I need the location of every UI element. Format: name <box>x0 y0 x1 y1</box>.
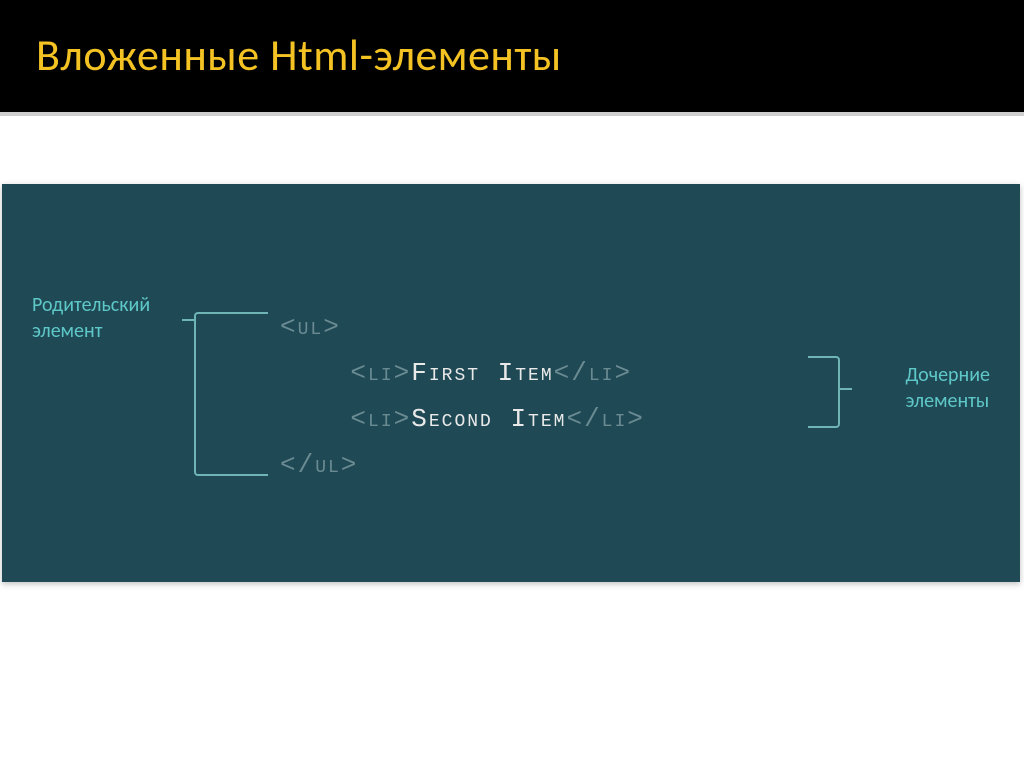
li-close-tag-1: </li> <box>554 358 632 388</box>
parent-label-line2: элемент <box>32 319 102 343</box>
children-label: Дочерние элементы <box>905 362 990 414</box>
parent-label: Родительский элемент <box>32 292 150 344</box>
ul-close-tag: </ul> <box>280 450 358 480</box>
slide: Вложенные Html-элементы Родительский эле… <box>0 0 1024 768</box>
parent-label-line1: Родительский <box>32 293 150 317</box>
slide-title: Вложенные Html-элементы <box>36 28 988 82</box>
li-close-tag-2: </li> <box>566 404 644 434</box>
children-label-line2: элементы <box>905 389 989 413</box>
li-open-tag-1: <li> <box>350 358 411 388</box>
item1-text: First Item <box>411 358 553 388</box>
item2-text: Second Item <box>411 404 566 434</box>
code-panel: Родительский элемент <ul> <li>First Item… <box>2 184 1020 582</box>
spacer <box>0 116 1024 184</box>
title-band: Вложенные Html-элементы <box>0 0 1024 112</box>
children-label-line1: Дочерние <box>905 363 990 387</box>
code-block: <ul> <li>First Item</li> <li>Second Item… <box>280 304 645 488</box>
bracket-children <box>808 356 840 428</box>
li-open-tag-2: <li> <box>350 404 411 434</box>
bracket-parent <box>194 312 268 476</box>
ul-open-tag: <ul> <box>280 312 341 342</box>
